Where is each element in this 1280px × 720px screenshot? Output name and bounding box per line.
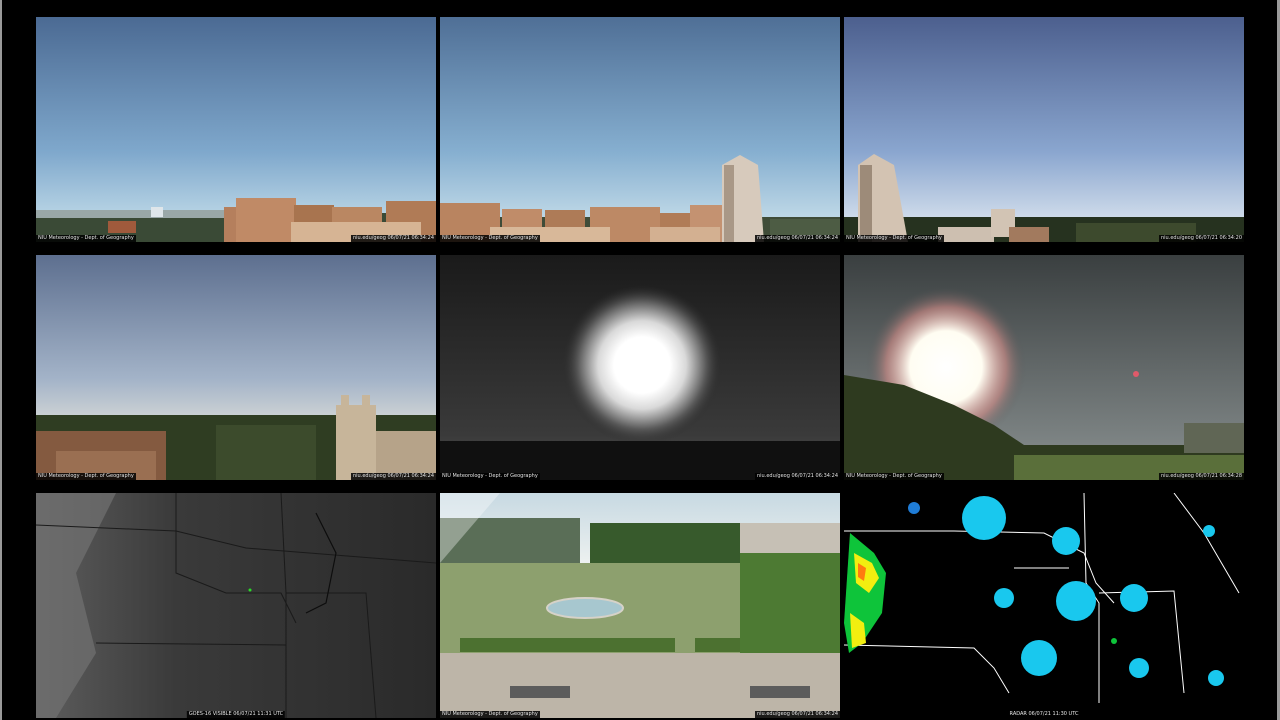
webcam-field[interactable]: NIU Meteorology - Dept. of Geography niu…: [844, 255, 1244, 480]
webcam-west-caption: NIU Meteorology - Dept. of Geography: [36, 473, 136, 480]
webcam-plaza-timestamp: niu.edu/geog 06/07/21 06:34:24: [755, 711, 840, 718]
webcam-west-timestamp: niu.edu/geog 06/07/21 06:34:24: [351, 473, 436, 480]
webcam-field-timestamp: niu.edu/geog 06/07/21 06:34:28: [1159, 473, 1244, 480]
webcam-plaza-image: [440, 493, 840, 718]
webcam-northeast-caption: NIU Meteorology - Dept. of Geography: [440, 235, 540, 242]
webcam-east-timestamp: niu.edu/geog 06/07/21 06:34:20: [1159, 235, 1244, 242]
webcam-north-image: [36, 17, 436, 242]
radar-map[interactable]: RADAR 06/07/21 11:30 UTC: [844, 493, 1244, 718]
webcam-sun-caption: NIU Meteorology - Dept. of Geography: [440, 473, 540, 480]
webcam-east-image: [844, 17, 1244, 242]
webcam-plaza-caption: NIU Meteorology - Dept. of Geography: [440, 711, 540, 718]
satellite-visible[interactable]: GOES-16 VISIBLE 06/07/21 11:31 UTC: [36, 493, 436, 718]
satellite-caption: GOES-16 VISIBLE 06/07/21 11:31 UTC: [186, 711, 286, 718]
webcam-sun[interactable]: NIU Meteorology - Dept. of Geography niu…: [440, 255, 840, 480]
webcam-east[interactable]: NIU Meteorology - Dept. of Geography niu…: [844, 17, 1244, 242]
left-edge: [0, 0, 2, 720]
webcam-west-image: [36, 255, 436, 480]
webcam-west[interactable]: NIU Meteorology - Dept. of Geography niu…: [36, 255, 436, 480]
webcam-field-image: [844, 255, 1244, 480]
webcam-field-caption: NIU Meteorology - Dept. of Geography: [844, 473, 944, 480]
webcam-east-caption: NIU Meteorology - Dept. of Geography: [844, 235, 944, 242]
webcam-north-timestamp: niu.edu/geog 06/07/21 06:34:24: [351, 235, 436, 242]
satellite-visible-image: [36, 493, 436, 718]
radar-map-image: [844, 493, 1244, 718]
webcam-north-caption: NIU Meteorology - Dept. of Geography: [36, 235, 136, 242]
webcam-northeast-image: [440, 17, 840, 242]
webcam-north[interactable]: NIU Meteorology - Dept. of Geography niu…: [36, 17, 436, 242]
webcam-plaza[interactable]: NIU Meteorology - Dept. of Geography niu…: [440, 493, 840, 718]
webcam-northeast[interactable]: NIU Meteorology - Dept. of Geography niu…: [440, 17, 840, 242]
webcam-sun-image: [440, 255, 840, 480]
radar-caption: RADAR 06/07/21 11:30 UTC: [1007, 711, 1081, 718]
webcam-northeast-timestamp: niu.edu/geog 06/07/21 06:34:24: [755, 235, 840, 242]
webcam-sun-timestamp: niu.edu/geog 06/07/21 06:34:24: [755, 473, 840, 480]
